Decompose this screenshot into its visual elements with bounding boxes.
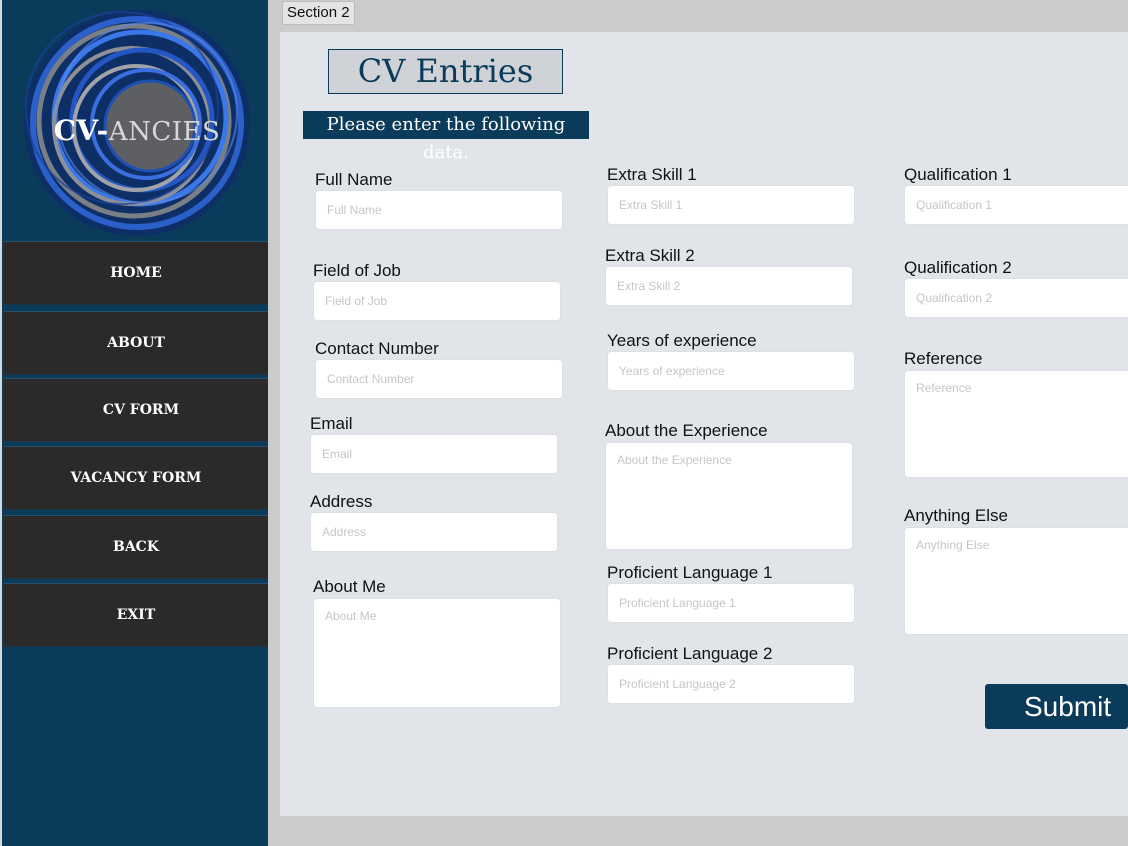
sidebar: CV-ANCIES HOME ABOUT CV FORM VACANCY FOR…: [0, 0, 268, 846]
about-me-label: About Me: [313, 577, 386, 596]
field-of-job-input[interactable]: [313, 281, 561, 321]
app-logo: CV-ANCIES: [22, 8, 252, 238]
address-input[interactable]: [310, 512, 558, 552]
nav-home-button[interactable]: HOME: [4, 241, 268, 305]
proficient-language-2-label: Proficient Language 2: [607, 644, 773, 663]
reference-label: Reference: [904, 349, 983, 368]
anything-else-label: Anything Else: [904, 506, 1008, 525]
qualification-2-label: Qualification 2: [904, 258, 1012, 277]
nav-about-button[interactable]: ABOUT: [4, 311, 268, 375]
field-of-job-label: Field of Job: [313, 261, 401, 280]
nav-vacancy-form-button[interactable]: VACANCY FORM: [4, 446, 268, 510]
email-label: Email: [310, 414, 353, 433]
logo-text: CV-ANCIES: [22, 114, 252, 147]
extra-skill-2-input[interactable]: [605, 266, 853, 306]
qualification-1-input[interactable]: [904, 185, 1128, 225]
contact-number-input[interactable]: [315, 359, 563, 399]
logo-text-part1: CV-: [53, 114, 109, 147]
nav-exit-button[interactable]: EXIT: [4, 583, 268, 647]
page-title: CV Entries: [328, 49, 563, 94]
about-me-textarea[interactable]: [313, 598, 561, 708]
logo-text-part2: ANCIES: [108, 117, 221, 147]
submit-button[interactable]: Submit: [985, 684, 1128, 729]
proficient-language-2-input[interactable]: [607, 664, 855, 704]
about-experience-label: About the Experience: [605, 421, 768, 440]
email-input[interactable]: [310, 434, 558, 474]
section-tab[interactable]: Section 2: [282, 1, 355, 25]
anything-else-textarea[interactable]: [904, 527, 1128, 635]
about-experience-textarea[interactable]: [605, 442, 853, 550]
page-subtitle: Please enter the following data.: [303, 111, 589, 163]
extra-skill-2-label: Extra Skill 2: [605, 246, 695, 265]
address-label: Address: [310, 492, 373, 511]
proficient-language-1-input[interactable]: [607, 583, 855, 623]
years-of-experience-label: Years of experience: [607, 331, 757, 350]
nav-back-button[interactable]: BACK: [4, 515, 268, 579]
reference-textarea[interactable]: [904, 370, 1128, 478]
extra-skill-1-label: Extra Skill 1: [607, 165, 697, 184]
proficient-language-1-label: Proficient Language 1: [607, 563, 773, 582]
extra-skill-1-input[interactable]: [607, 185, 855, 225]
qualification-1-label: Qualification 1: [904, 165, 1012, 184]
years-of-experience-input[interactable]: [607, 351, 855, 391]
qualification-2-input[interactable]: [904, 278, 1128, 318]
cv-form-panel: CV Entries Please enter the following da…: [280, 32, 1128, 816]
nav-cv-form-button[interactable]: CV FORM: [4, 378, 268, 442]
full-name-input[interactable]: [315, 190, 563, 230]
full-name-label: Full Name: [315, 170, 393, 189]
contact-number-label: Contact Number: [315, 339, 439, 358]
